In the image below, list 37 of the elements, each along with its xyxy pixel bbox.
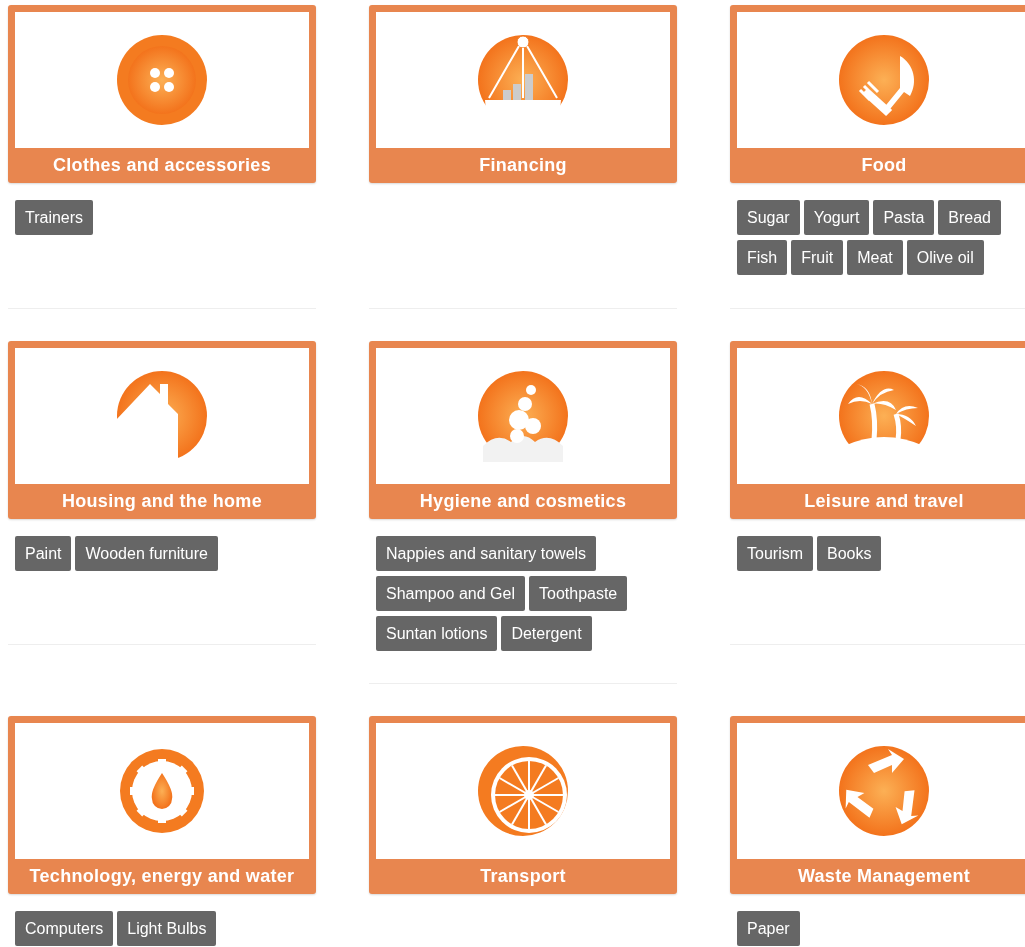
house-icon [116, 370, 208, 462]
category-title: Housing and the home [61, 490, 263, 513]
wheel-icon [477, 745, 569, 837]
tag[interactable]: Nappies and sanitary towels [376, 536, 597, 571]
tag[interactable]: Suntan lotions [376, 616, 498, 651]
category-title: Hygiene and cosmetics [418, 490, 628, 513]
tag[interactable]: Toothpaste [529, 576, 628, 611]
category-title: Waste Management [796, 865, 972, 888]
tag[interactable]: Shampoo and Gel [376, 576, 525, 611]
recycle-icon [838, 745, 930, 837]
tag[interactable]: Fish [737, 240, 788, 275]
tag[interactable]: Olive oil [906, 240, 984, 275]
tag[interactable]: Sugar [737, 200, 800, 235]
tag[interactable]: Paint [15, 536, 72, 571]
tag[interactable]: Detergent [501, 616, 592, 651]
tag[interactable]: Fruit [791, 240, 844, 275]
tag[interactable]: Trainers [15, 200, 94, 235]
tag[interactable]: Yogurt [803, 200, 870, 235]
tag[interactable]: Tourism [737, 536, 813, 571]
palm-trees-icon [838, 370, 930, 462]
tag[interactable]: Pasta [873, 200, 935, 235]
category-title: Technology, energy and water [28, 865, 296, 888]
tag[interactable]: Paper [737, 911, 800, 946]
category-title: Food [860, 154, 908, 177]
category-title: Leisure and travel [803, 490, 965, 513]
bubbles-icon [477, 370, 569, 462]
tag[interactable]: Books [817, 536, 882, 571]
tag[interactable]: Light Bulbs [117, 911, 217, 946]
tag[interactable]: Meat [847, 240, 903, 275]
tag[interactable]: Bread [938, 200, 1001, 235]
tag[interactable]: Computers [15, 911, 114, 946]
category-title: Clothes and accessories [52, 154, 272, 177]
button-icon [116, 34, 208, 126]
category-title: Financing [478, 154, 568, 177]
scale-icon [477, 34, 569, 126]
tag[interactable]: Wooden furniture [75, 536, 218, 571]
category-title: Transport [479, 865, 567, 888]
